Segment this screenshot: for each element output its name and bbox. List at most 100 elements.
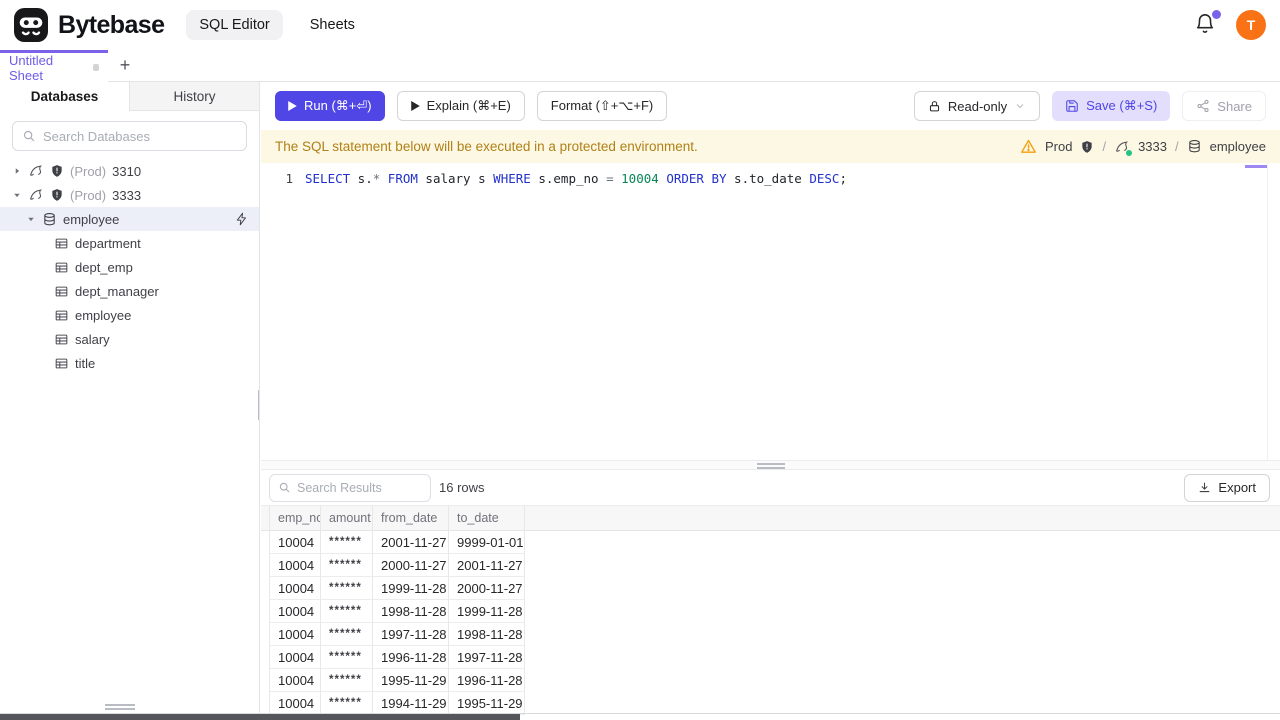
brand: Bytebase [14,8,165,42]
tree-instance-3333[interactable]: (Prod) 3333 [0,183,259,207]
database-label[interactable]: employee [1210,139,1266,154]
nav-sheets[interactable]: Sheets [297,10,368,40]
results-table-body: 10004 ****** 2001-11-27 9999-01-01 10004 ****… [261,531,1280,715]
result-row[interactable]: 10004 ****** 1996-11-28 1997-11-28 [261,646,1280,669]
editor-toolbar: Run (⌘+⏎) Explain (⌘+E) Format (⇧+⌥+F) R… [261,82,1280,130]
notification-dot [1212,10,1221,19]
mysql-icon [28,187,44,203]
save-button[interactable]: Save (⌘+S) [1052,91,1171,121]
result-cell[interactable]: 1999-11-28 [449,600,525,623]
sidebar-table-item[interactable]: department [0,231,259,255]
share-icon [1196,99,1210,113]
tree-database-employee[interactable]: employee [0,207,259,231]
result-cell[interactable]: ****** [321,669,373,692]
notifications-button[interactable] [1194,10,1221,37]
table-name-label: dept_manager [75,283,159,299]
result-cell[interactable]: 10004 [269,692,321,715]
sidebar-bottom-handle[interactable] [105,704,135,712]
table-icon [54,332,69,347]
column-header[interactable]: to_date [449,506,525,530]
share-button[interactable]: Share [1182,91,1266,121]
result-cell[interactable]: ****** [321,646,373,669]
add-sheet-button[interactable]: + [108,50,142,81]
instance-label[interactable]: 3333 [1138,139,1167,154]
avatar[interactable]: T [1236,10,1266,40]
run-button[interactable]: Run (⌘+⏎) [275,91,385,121]
result-cell[interactable]: 2000-11-27 [373,554,449,577]
export-button[interactable]: Export [1184,473,1270,502]
result-cell[interactable]: 1997-11-28 [449,646,525,669]
column-header[interactable]: from_date [373,506,449,530]
result-cell[interactable]: 1998-11-28 [373,600,449,623]
nav-sql-editor[interactable]: SQL Editor [186,10,283,40]
result-cell[interactable]: 10004 [269,669,321,692]
result-cell[interactable]: 10004 [269,623,321,646]
results-resize-handle[interactable] [261,460,1280,470]
result-cell[interactable]: ****** [321,531,373,554]
result-cell[interactable]: 1995-11-29 [449,692,525,715]
chevron-down-icon [1014,100,1026,112]
instance-env-label: (Prod) [70,163,107,179]
table-icon [54,236,69,251]
result-cell[interactable]: 10004 [269,646,321,669]
result-cell[interactable]: 10004 [269,600,321,623]
result-row[interactable]: 10004 ****** 1997-11-28 1998-11-28 [261,623,1280,646]
main-panel: Run (⌘+⏎) Explain (⌘+E) Format (⇧+⌥+F) R… [257,82,1280,720]
result-cell[interactable]: 1999-11-28 [373,577,449,600]
table-icon [54,356,69,371]
result-row[interactable]: 10004 ****** 1998-11-28 1999-11-28 [261,600,1280,623]
tree-instance-3310[interactable]: (Prod) 3310 [0,159,259,183]
protected-env-banner: The SQL statement below will be executed… [261,130,1280,163]
result-cell[interactable]: 10004 [269,554,321,577]
sidebar-table-item[interactable]: dept_manager [0,279,259,303]
sidebar-table-item[interactable]: dept_emp [0,255,259,279]
result-cell[interactable]: 2000-11-27 [449,577,525,600]
explain-button[interactable]: Explain (⌘+E) [396,91,525,121]
sql-editor[interactable]: 1 SELECT s.* FROM salary s WHERE s.emp_n… [261,163,1280,460]
result-cell[interactable]: ****** [321,692,373,715]
result-cell[interactable]: 1996-11-28 [449,669,525,692]
caret-down-icon [26,214,36,224]
result-row[interactable]: 10004 ****** 1994-11-29 1995-11-29 [261,692,1280,715]
results-panel: 16 rows Export emp_noamountfrom_dateto_d… [261,470,1280,716]
results-search-input[interactable] [297,480,422,495]
column-header[interactable]: amount [321,506,373,530]
result-cell[interactable]: ****** [321,554,373,577]
result-cell[interactable]: ****** [321,600,373,623]
result-cell[interactable]: 2001-11-27 [373,531,449,554]
result-row[interactable]: 10004 ****** 2000-11-27 2001-11-27 [261,554,1280,577]
result-row[interactable]: 10004 ****** 2001-11-27 9999-01-01 [261,531,1280,554]
result-cell[interactable]: 2001-11-27 [449,554,525,577]
env-label[interactable]: Prod [1045,139,1072,154]
result-cell[interactable]: 10004 [269,531,321,554]
shield-icon [50,188,64,202]
sidebar-table-item[interactable]: employee [0,303,259,327]
database-search-input[interactable] [43,128,237,144]
result-cell[interactable]: 10004 [269,577,321,600]
result-row[interactable]: 10004 ****** 1999-11-28 2000-11-27 [261,577,1280,600]
result-cell[interactable]: 1994-11-29 [373,692,449,715]
database-search[interactable] [12,121,247,151]
brand-name: Bytebase [58,10,165,39]
result-cell[interactable]: ****** [321,577,373,600]
result-cell[interactable]: ****** [321,623,373,646]
result-cell[interactable]: 1996-11-28 [373,646,449,669]
lightning-icon[interactable] [235,212,249,226]
app-window: Bytebase SQL Editor Sheets T Untitled Sh… [0,0,1280,720]
sidebar-table-item[interactable]: title [0,351,259,375]
result-cell[interactable]: 1995-11-29 [373,669,449,692]
download-icon [1198,481,1211,494]
table-name-label: department [75,235,141,251]
readonly-mode-select[interactable]: Read-only [913,91,1041,121]
result-row[interactable]: 10004 ****** 1995-11-29 1996-11-28 [261,669,1280,692]
result-cell[interactable]: 1998-11-28 [449,623,525,646]
tab-untitled-sheet[interactable]: Untitled Sheet [0,50,108,83]
format-button[interactable]: Format (⇧+⌥+F) [536,91,668,121]
column-header[interactable]: emp_no [269,506,321,530]
sidebar-table-item[interactable]: salary [0,327,259,351]
result-cell[interactable]: 9999-01-01 [449,531,525,554]
results-search[interactable] [269,473,431,502]
result-cell[interactable]: 1997-11-28 [373,623,449,646]
tab-history[interactable]: History [130,82,259,111]
tab-databases[interactable]: Databases [0,82,130,111]
